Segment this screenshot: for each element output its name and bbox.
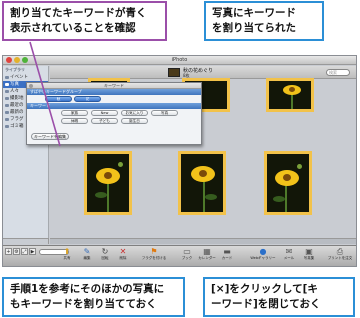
gear-icon[interactable]: ⚙ bbox=[13, 248, 20, 255]
toolbar-book[interactable]: ▭ ブック bbox=[177, 247, 197, 266]
play-icon[interactable]: ▶ bbox=[29, 248, 36, 255]
photo-image bbox=[181, 154, 223, 212]
toolbar-label: カード bbox=[221, 256, 233, 260]
sidebar-item-events[interactable]: イベント bbox=[3, 74, 48, 81]
callout-close-keywords: [×]をクリックして[キ ーワード]を閉じておく bbox=[203, 277, 355, 317]
mail-icon: ✉ bbox=[285, 247, 293, 256]
keyword-button-photo[interactable]: 写真 bbox=[151, 110, 178, 116]
toolbar-delete[interactable]: ✕ 削除 bbox=[113, 247, 133, 266]
close-icon[interactable] bbox=[29, 84, 33, 88]
photo-image bbox=[269, 81, 311, 109]
sidebar-item-label: フラグ bbox=[10, 117, 24, 122]
flag-icon bbox=[5, 118, 9, 121]
toolbar-flag[interactable]: ⚑ フラグを付ける bbox=[139, 247, 169, 266]
status-bar bbox=[50, 238, 356, 244]
keyword-button-autumn[interactable]: 秋 bbox=[45, 96, 72, 102]
toolbar-label: メール bbox=[283, 256, 295, 260]
book-icon: ▭ bbox=[183, 247, 191, 256]
toolbar-photo-book[interactable]: ▣ 写真集 bbox=[299, 247, 319, 266]
keyword-button-family[interactable]: 家族 bbox=[61, 110, 88, 116]
sidebar-item-label: 写真 bbox=[10, 82, 19, 87]
recent-icon bbox=[5, 104, 9, 107]
quick-keyword-row: 秋 花 bbox=[27, 95, 201, 103]
keyword-button-flower[interactable]: 花 bbox=[74, 96, 101, 102]
flag-icon: ⚑ bbox=[150, 247, 158, 256]
keyword-button-new[interactable]: New bbox=[91, 110, 118, 116]
toolbar-mail[interactable]: ✉ メール bbox=[279, 247, 299, 266]
edit-icon: ✎ bbox=[83, 247, 91, 256]
faces-icon bbox=[5, 90, 9, 93]
photo-thumbnail-selected[interactable] bbox=[178, 151, 226, 215]
keyword-dialog-title-text: キーワード bbox=[104, 83, 124, 88]
toolbar-label: 回転 bbox=[101, 256, 109, 260]
event-search-input[interactable]: 検索 bbox=[326, 69, 350, 76]
photos-icon bbox=[5, 83, 9, 86]
toolbar-web-gallery[interactable]: ● Webギャラリー bbox=[249, 247, 277, 266]
toolbar-label: カレンダー bbox=[198, 256, 216, 260]
latest-icon bbox=[5, 111, 9, 114]
keyword-dialog: キーワード すばやいキーワードグループ 秋 花 キーワード 家族 New お気に… bbox=[26, 82, 202, 145]
toolbar-card[interactable]: ▬ カード bbox=[217, 247, 237, 266]
toolbar-label: 共有 bbox=[63, 256, 71, 260]
print-icon: ⎙ bbox=[336, 247, 344, 256]
callout-assign-other-photos: 手順1を参考にそのほかの写真に もキーワードを割り当てておく bbox=[2, 277, 185, 317]
keyword-dialog-title: キーワード bbox=[27, 83, 201, 89]
toolbar-calendar[interactable]: ▦ カレンダー bbox=[197, 247, 217, 266]
window-title: iPhoto bbox=[171, 57, 188, 63]
places-icon bbox=[5, 97, 9, 100]
calendar-icon: ▦ bbox=[203, 247, 211, 256]
sidebar-item-label: ゴミ箱 bbox=[10, 124, 24, 129]
keyword-button-favorite[interactable]: お気に入り bbox=[121, 110, 148, 116]
edit-keywords-button[interactable]: キーワードを編集 bbox=[31, 133, 69, 140]
photo-image bbox=[87, 154, 129, 212]
sidebar-item-label: 人々 bbox=[10, 89, 19, 94]
toolbar-order-prints[interactable]: ⎙ プリントを注文 bbox=[325, 247, 355, 266]
keyword-row-2: 休暇 子ども 誕生日 bbox=[27, 117, 201, 125]
keyword-button-vacation[interactable]: 休暇 bbox=[61, 118, 88, 124]
sidebar-item-label: 撮影地 bbox=[10, 96, 24, 101]
add-icon[interactable]: + bbox=[5, 248, 12, 255]
toolbar-label: 削除 bbox=[119, 256, 127, 260]
toolbar-label: ブック bbox=[181, 256, 193, 260]
fullscreen-icon[interactable]: ⤢ bbox=[21, 248, 28, 255]
sidebar-item-label: 最新の bbox=[10, 110, 24, 115]
sidebar-item-label: 最近の bbox=[10, 103, 24, 108]
sidebar-header: ライブラリ bbox=[5, 67, 25, 72]
photo-thumbnail-selected[interactable] bbox=[266, 78, 314, 112]
rotate-icon: ↻ bbox=[101, 247, 109, 256]
events-icon bbox=[5, 76, 9, 79]
toolbar-label: フラグを付ける bbox=[141, 256, 167, 260]
iphoto-window: iPhoto ライブラリ イベント 写真 人々 撮影地 最近の 最新の フラグ … bbox=[2, 55, 357, 267]
toolbar-label: プリントを注文 bbox=[327, 256, 353, 260]
event-thumbnail bbox=[168, 68, 180, 77]
toolbar-label: 写真集 bbox=[303, 256, 315, 260]
photo-thumbnail-selected[interactable] bbox=[264, 151, 312, 215]
photo-icon: ▣ bbox=[305, 247, 313, 256]
callout-keywords-assigned: 写真にキーワード を割り当てられた bbox=[204, 1, 324, 41]
share-icon: ⬆ bbox=[63, 247, 71, 256]
toolbar-edit[interactable]: ✎ 編集 bbox=[77, 247, 97, 266]
keyword-button-kids[interactable]: 子ども bbox=[91, 118, 118, 124]
toolbar-share[interactable]: ⬆ 共有 bbox=[57, 247, 77, 266]
callout-confirm-keyword: 割り当てたキーワードが青く 表示されていることを確認 bbox=[2, 1, 167, 41]
photo-image bbox=[267, 154, 309, 212]
keyword-row-1: 家族 New お気に入り 写真 bbox=[27, 109, 201, 117]
delete-icon: ✕ bbox=[119, 247, 127, 256]
toolbar-rotate[interactable]: ↻ 回転 bbox=[95, 247, 115, 266]
bottom-toolbar: + ⚙ ⤢ ▶ ⬆ 共有 ✎ 編集 ↻ 回転 ✕ 削除 ⚑ フラグを付ける ▭ ブック ▦ カ… bbox=[3, 245, 356, 266]
toolbar-label: 編集 bbox=[83, 256, 91, 260]
photo-thumbnail-selected[interactable] bbox=[84, 151, 132, 215]
card-icon: ▬ bbox=[223, 247, 231, 256]
sidebar-item-label: イベント bbox=[10, 75, 28, 80]
title-bar: iPhoto bbox=[3, 56, 356, 65]
keyword-button-birthday[interactable]: 誕生日 bbox=[121, 118, 148, 124]
toolbar-label: Webギャラリー bbox=[250, 256, 276, 260]
sidebar-footer bbox=[3, 238, 49, 244]
globe-icon: ● bbox=[259, 247, 267, 256]
trash-icon bbox=[5, 125, 9, 128]
